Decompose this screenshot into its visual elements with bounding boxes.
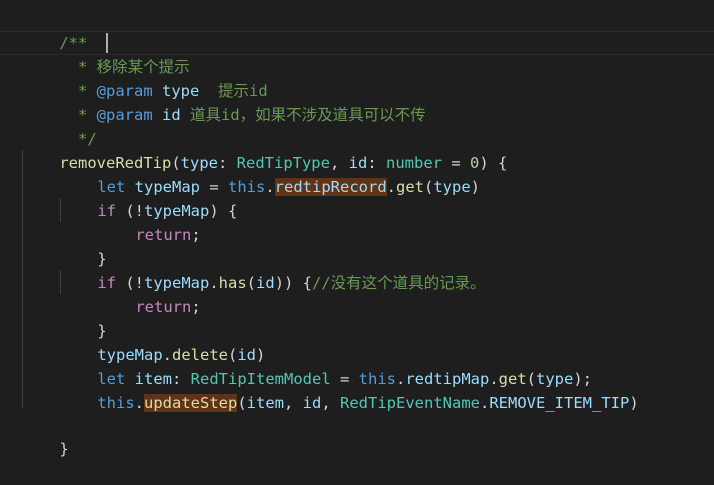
argument-token: id — [302, 394, 322, 412]
punctuation-token: . — [134, 394, 144, 412]
punctuation-token: . — [480, 394, 490, 412]
argument-token: item — [246, 394, 284, 412]
comment-token — [153, 106, 162, 124]
punctuation-token: ) — [629, 394, 639, 412]
code-line: if (!typeMap.has(id)) {//没有这个道具的记录。 — [60, 247, 485, 292]
code-line: */ — [22, 103, 97, 148]
code-line: } — [22, 413, 68, 458]
code-line: * @param type 提示id — [22, 55, 268, 100]
code-line: } — [60, 223, 106, 268]
comment-token: //没有这个道具的记录。 — [312, 274, 486, 292]
method-token: get — [396, 178, 424, 196]
punctuation-token: . — [265, 178, 275, 196]
punctuation-token: ; — [191, 298, 201, 316]
text-cursor — [106, 33, 108, 53]
this-keyword-token: this — [97, 394, 135, 412]
argument-token: id — [256, 274, 275, 292]
punctuation-token: . — [209, 274, 219, 292]
enum-member-token: REMOVE_ITEM_TIP — [489, 394, 630, 412]
code-line: this.updateStep(item, id, RedTipEventNam… — [60, 367, 639, 412]
doc-tag-token: @param — [96, 106, 153, 124]
code-line: * @param id 道具id，如果不涉及道具可以不传 — [22, 79, 426, 124]
code-line: let typeMap = this.redtipRecord.get(type… — [60, 151, 480, 196]
brace-token: } — [59, 440, 69, 458]
punctuation-token: )) { — [274, 274, 313, 292]
code-line: } — [60, 295, 106, 340]
punctuation-token: ) { — [479, 154, 508, 172]
param-name-token: id — [162, 106, 181, 124]
punctuation-token: ( — [246, 274, 257, 292]
keyword-token: return — [135, 298, 192, 316]
code-line: if (!typeMap) { — [60, 175, 237, 220]
punctuation-token: . — [386, 178, 396, 196]
comment-token: 道具id，如果不涉及道具可以不传 — [180, 106, 426, 124]
highlighted-property-token: redtipRecord — [274, 178, 387, 196]
punctuation-token: ( — [424, 178, 434, 196]
argument-token: type — [433, 178, 471, 196]
code-line: return; — [98, 199, 200, 244]
code-line: removeRedTip(type: RedTipType, id: numbe… — [22, 127, 507, 172]
code-line: return; — [98, 271, 200, 316]
code-editor[interactable]: /** * 移除某个提示 * @param type 提示id * @param… — [0, 0, 714, 458]
code-line: typeMap.delete(id) — [60, 319, 265, 364]
keyword-token: return — [135, 226, 192, 244]
punctuation-token: , — [321, 394, 341, 412]
punctuation-token: ) { — [209, 202, 238, 220]
code-line: /** — [22, 7, 87, 52]
code-line: let item: RedTipItemModel = this.redtipM… — [60, 343, 592, 388]
enum-token: RedTipEventName — [340, 394, 480, 412]
punctuation-token: , — [284, 394, 303, 412]
punctuation-token: ; — [191, 226, 201, 244]
punctuation-token: ( — [237, 394, 247, 412]
punctuation-token: ) — [470, 178, 481, 196]
method-token: has — [218, 274, 247, 292]
highlighted-method-token: updateStep — [144, 394, 238, 412]
